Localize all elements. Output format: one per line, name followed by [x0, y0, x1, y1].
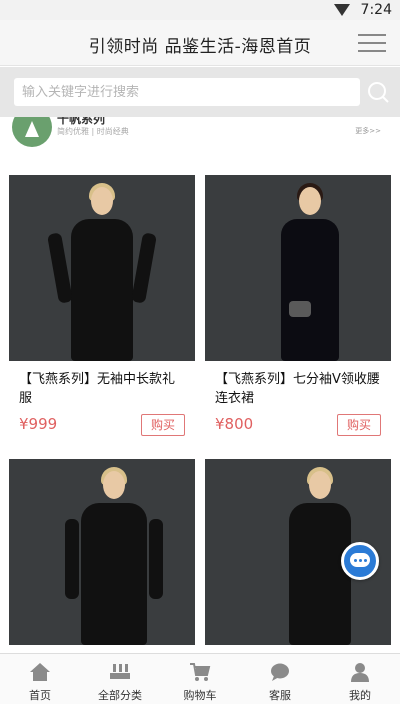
status-bar: 7:24	[0, 0, 400, 20]
tab-label: 客服	[269, 689, 291, 702]
chat-icon[interactable]	[341, 542, 379, 580]
series-subtitle: 简约优雅 | 时尚经典	[57, 127, 129, 136]
product-card[interactable]: 【飞燕系列】无袖中长款礼服 ¥999 购买	[9, 175, 195, 436]
search-bar	[0, 67, 400, 117]
bottom-tab-bar: 首页 全部分类 购物车 客服 我的	[0, 653, 400, 704]
product-price: ¥800	[215, 415, 254, 433]
tab-label: 全部分类	[98, 689, 142, 702]
tab-cart[interactable]: 购物车	[160, 654, 240, 704]
series-banner[interactable]: 千帆系列 简约优雅 | 时尚经典 更多>>	[0, 117, 400, 157]
product-price: ¥999	[19, 415, 58, 433]
series-logo	[12, 117, 52, 147]
product-name[interactable]: 【飞燕系列】无袖中长款礼服	[19, 370, 187, 410]
app-header: 引领时尚 品鉴生活-海恩首页	[0, 20, 400, 66]
product-card[interactable]: 【飞燕系列】七分袖V领收腰连衣裙 ¥800 购买	[205, 175, 391, 436]
tab-label: 我的	[349, 689, 371, 702]
product-image[interactable]	[9, 459, 195, 645]
tab-home[interactable]: 首页	[0, 654, 80, 704]
page-title: 引领时尚 品鉴生活-海恩首页	[88, 37, 312, 57]
status-time: 7:24	[360, 2, 392, 18]
user-icon	[351, 663, 369, 682]
product-name[interactable]: 【飞燕系列】七分袖V领收腰连衣裙	[215, 370, 383, 410]
series-more-link[interactable]: 更多>>	[355, 126, 381, 136]
tab-profile[interactable]: 我的	[320, 654, 400, 704]
tab-label: 购物车	[183, 689, 217, 702]
home-icon	[30, 663, 50, 681]
service-icon	[271, 663, 289, 681]
category-icon	[110, 664, 130, 679]
search-input[interactable]	[14, 78, 360, 106]
buy-button[interactable]: 购买	[337, 414, 381, 436]
dress-icon	[25, 121, 39, 137]
product-image[interactable]	[9, 175, 195, 361]
wifi-icon	[334, 4, 350, 16]
buy-button[interactable]: 购买	[141, 414, 185, 436]
tab-label: 首页	[29, 689, 51, 702]
product-card[interactable]	[9, 459, 195, 645]
tab-service[interactable]: 客服	[240, 654, 320, 704]
cart-icon	[190, 663, 211, 681]
product-image[interactable]	[205, 175, 391, 361]
menu-icon[interactable]	[358, 34, 386, 52]
tab-categories[interactable]: 全部分类	[80, 654, 160, 704]
search-icon[interactable]	[367, 81, 389, 103]
